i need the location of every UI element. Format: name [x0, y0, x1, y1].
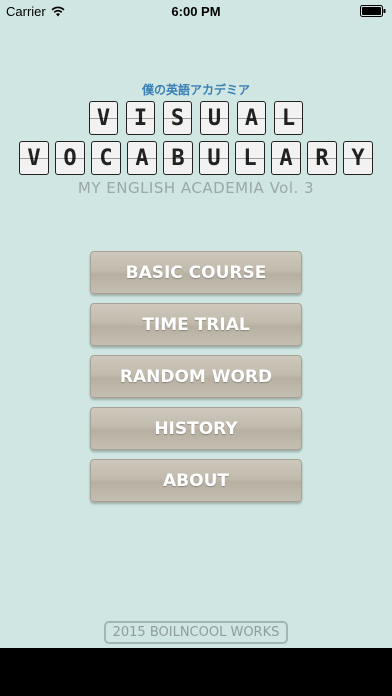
title-tile: A	[237, 101, 266, 135]
time-trial-button[interactable]: TIME TRIAL	[90, 303, 302, 346]
title-tile: V	[89, 101, 118, 135]
history-button[interactable]: HISTORY	[90, 407, 302, 450]
academia-subtitle: MY ENGLISH ACADEMIA Vol. 3	[77, 179, 315, 197]
status-bar: Carrier 6:00 PM	[0, 0, 392, 22]
title-tile: O	[55, 141, 85, 175]
title-line-visual: V I S U A L	[0, 101, 392, 135]
status-right	[360, 5, 392, 17]
title-tile: L	[274, 101, 303, 135]
title-tile: S	[163, 101, 192, 135]
main-menu: BASIC COURSE TIME TRIAL RANDOM WORD HIST…	[90, 251, 302, 511]
title-tile: L	[235, 141, 265, 175]
battery-icon	[360, 5, 386, 17]
title-tile: V	[19, 141, 49, 175]
title-line-vocabulary: V O C A B U L A R Y	[0, 141, 392, 175]
bottom-bar	[0, 648, 392, 696]
basic-course-button[interactable]: BASIC COURSE	[90, 251, 302, 294]
about-button[interactable]: ABOUT	[90, 459, 302, 502]
wifi-icon	[51, 6, 65, 17]
app-subtitle-jp: 僕の英語アカデミア	[141, 83, 250, 97]
title-tile: A	[271, 141, 301, 175]
title-tile: B	[163, 141, 193, 175]
title-tile: Y	[343, 141, 373, 175]
app-screen: Carrier 6:00 PM 僕の英語アカデミア V I S U A L V …	[0, 0, 392, 696]
credit-label: 2015 BOILNCOOL WORKS	[104, 621, 288, 644]
title-tile: A	[127, 141, 157, 175]
carrier-label: Carrier	[6, 3, 46, 19]
title-tile: I	[126, 101, 155, 135]
title-tile: C	[91, 141, 121, 175]
title-tile: U	[200, 101, 229, 135]
title-tile: R	[307, 141, 337, 175]
random-word-button[interactable]: RANDOM WORD	[90, 355, 302, 398]
title-tile: U	[199, 141, 229, 175]
status-left: Carrier	[0, 4, 65, 19]
